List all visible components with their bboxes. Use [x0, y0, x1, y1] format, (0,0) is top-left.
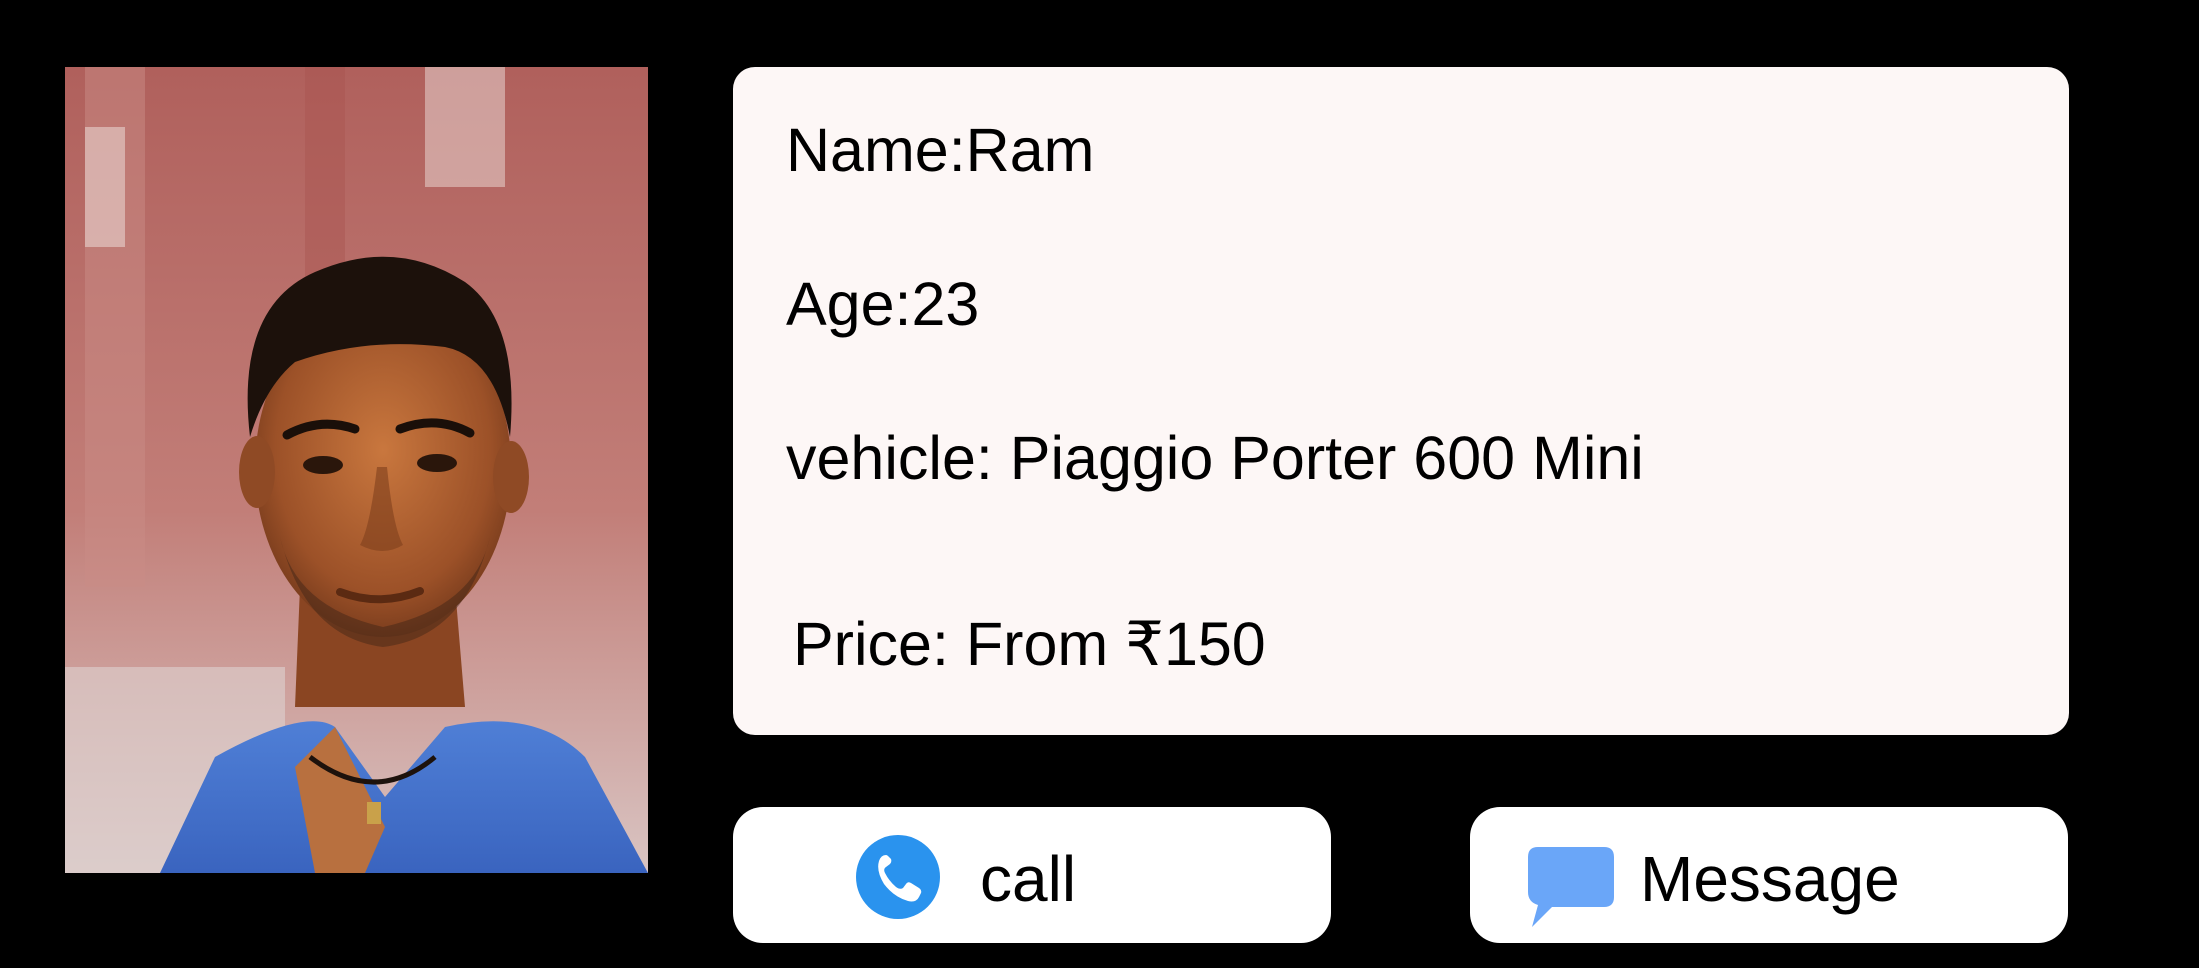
ride-price: Price: From ₹150	[793, 610, 1266, 678]
driver-portrait-image	[65, 67, 648, 873]
driver-age: Age:23	[786, 270, 980, 338]
driver-info-card: Name:Ram Age:23 vehicle: Piaggio Porter …	[733, 67, 2069, 735]
call-button-label: call	[980, 843, 1077, 915]
driver-vehicle: vehicle: Piaggio Porter 600 Mini	[786, 424, 1644, 492]
driver-name: Name:Ram	[786, 116, 1095, 184]
driver-profile-page: Name:Ram Age:23 vehicle: Piaggio Porter …	[0, 0, 2199, 968]
driver-photo	[65, 67, 648, 873]
message-button[interactable]: Message	[1470, 807, 2068, 943]
phone-icon	[856, 835, 940, 919]
message-button-label: Message	[1640, 843, 1900, 915]
call-button[interactable]: call	[733, 807, 1331, 943]
chat-bubble-icon	[1528, 847, 1614, 927]
